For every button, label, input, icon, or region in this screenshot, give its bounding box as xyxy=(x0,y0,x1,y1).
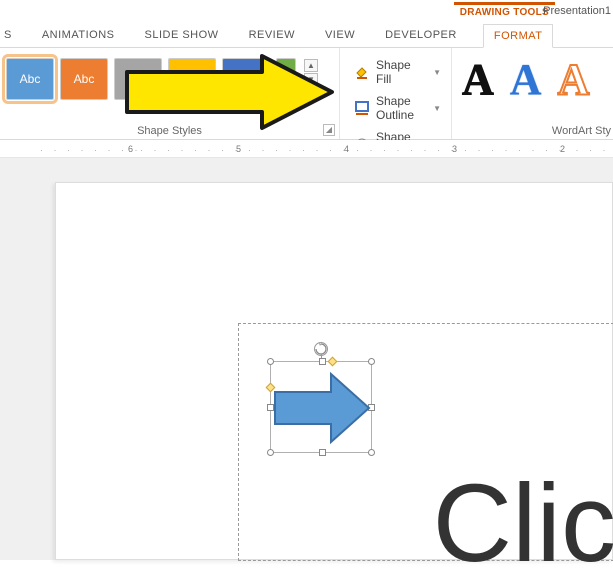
ribbon-body: Abc Abc Abc Abc Abc ▲ ▼ ▾ Shape Styles ◢… xyxy=(0,48,613,140)
paint-bucket-icon xyxy=(354,64,370,80)
gallery-scroll-up[interactable]: ▲ xyxy=(304,59,318,72)
shape-styles-dialog-launcher[interactable]: ◢ xyxy=(323,124,335,136)
resize-handle-n[interactable] xyxy=(319,358,326,365)
tab-transitions-partial[interactable]: S xyxy=(0,23,16,47)
shape-selection-box[interactable] xyxy=(270,361,372,453)
resize-handle-s[interactable] xyxy=(319,449,326,456)
resize-handle-nw[interactable] xyxy=(267,358,274,365)
group-shape-styles: Abc Abc Abc Abc Abc ▲ ▼ ▾ Shape Styles ◢ xyxy=(0,48,340,139)
title-text-fragment[interactable]: Clic xyxy=(433,460,613,587)
wordart-style-1[interactable]: A xyxy=(462,58,494,102)
dropdown-caret-icon: ▼ xyxy=(433,104,441,113)
resize-handle-se[interactable] xyxy=(368,449,375,456)
group-label-wordart: WordArt Sty xyxy=(452,125,613,137)
tab-review[interactable]: REVIEW xyxy=(245,23,299,47)
horizontal-ruler: · · · · · · · · 6 · · · · · · · · 5 · · … xyxy=(0,140,613,158)
resize-handle-sw[interactable] xyxy=(267,449,274,456)
wordart-gallery: A A A xyxy=(462,54,605,102)
document-title: Presentation1 xyxy=(543,5,613,17)
ruler-mark-4: 4 xyxy=(344,144,349,154)
group-shape-menu: Shape Fill ▼ Shape Outline ▼ Shape Effec… xyxy=(340,48,452,139)
gallery-scroll-down[interactable]: ▼ xyxy=(304,73,318,86)
title-bar: DRAWING TOOLS Presentation1 xyxy=(0,0,613,22)
style-swatch-6[interactable] xyxy=(276,58,296,100)
shape-outline-label: Shape Outline xyxy=(376,94,425,122)
style-swatch-3[interactable]: Abc xyxy=(114,58,162,100)
pencil-outline-icon xyxy=(354,100,370,116)
tab-format[interactable]: FORMAT xyxy=(483,24,554,48)
wordart-style-3[interactable]: A xyxy=(558,58,590,102)
style-gallery-scroll: ▲ ▼ ▾ xyxy=(304,59,318,100)
group-wordart-styles: A A A WordArt Sty xyxy=(452,48,613,139)
ruler-mark-3: 3 xyxy=(452,144,457,154)
shape-style-gallery: Abc Abc Abc Abc Abc ▲ ▼ ▾ xyxy=(6,52,333,100)
dropdown-caret-icon: ▼ xyxy=(433,68,441,77)
slide[interactable]: Clic xyxy=(55,182,613,560)
shape-fill-button[interactable]: Shape Fill ▼ xyxy=(350,56,445,88)
tab-developer[interactable]: DEVELOPER xyxy=(381,23,461,47)
tab-animations[interactable]: ANIMATIONS xyxy=(38,23,119,47)
resize-handle-ne[interactable] xyxy=(368,358,375,365)
contextual-tab-drawing-tools: DRAWING TOOLS xyxy=(454,2,555,18)
style-swatch-2[interactable]: Abc xyxy=(60,58,108,100)
tab-slideshow[interactable]: SLIDE SHOW xyxy=(140,23,222,47)
ruler-mark-6: 6 xyxy=(128,144,133,154)
tab-view[interactable]: VIEW xyxy=(321,23,359,47)
ribbon-tab-strip: S ANIMATIONS SLIDE SHOW REVIEW VIEW DEVE… xyxy=(0,22,613,48)
style-swatch-5[interactable]: Abc xyxy=(222,58,270,100)
group-label-shape-styles: Shape Styles xyxy=(0,125,339,137)
shape-fill-label: Shape Fill xyxy=(376,58,425,86)
ruler-mark-5: 5 xyxy=(236,144,241,154)
ruler-mark-2: 2 xyxy=(560,144,565,154)
slide-canvas-area: Clic xyxy=(0,158,613,560)
style-swatch-4[interactable]: Abc xyxy=(168,58,216,100)
arrow-shape[interactable] xyxy=(273,370,371,449)
gallery-expand[interactable]: ▾ xyxy=(304,87,318,100)
shape-outline-button[interactable]: Shape Outline ▼ xyxy=(350,92,445,124)
style-swatch-1[interactable]: Abc xyxy=(6,58,54,100)
wordart-style-2[interactable]: A xyxy=(510,58,542,102)
